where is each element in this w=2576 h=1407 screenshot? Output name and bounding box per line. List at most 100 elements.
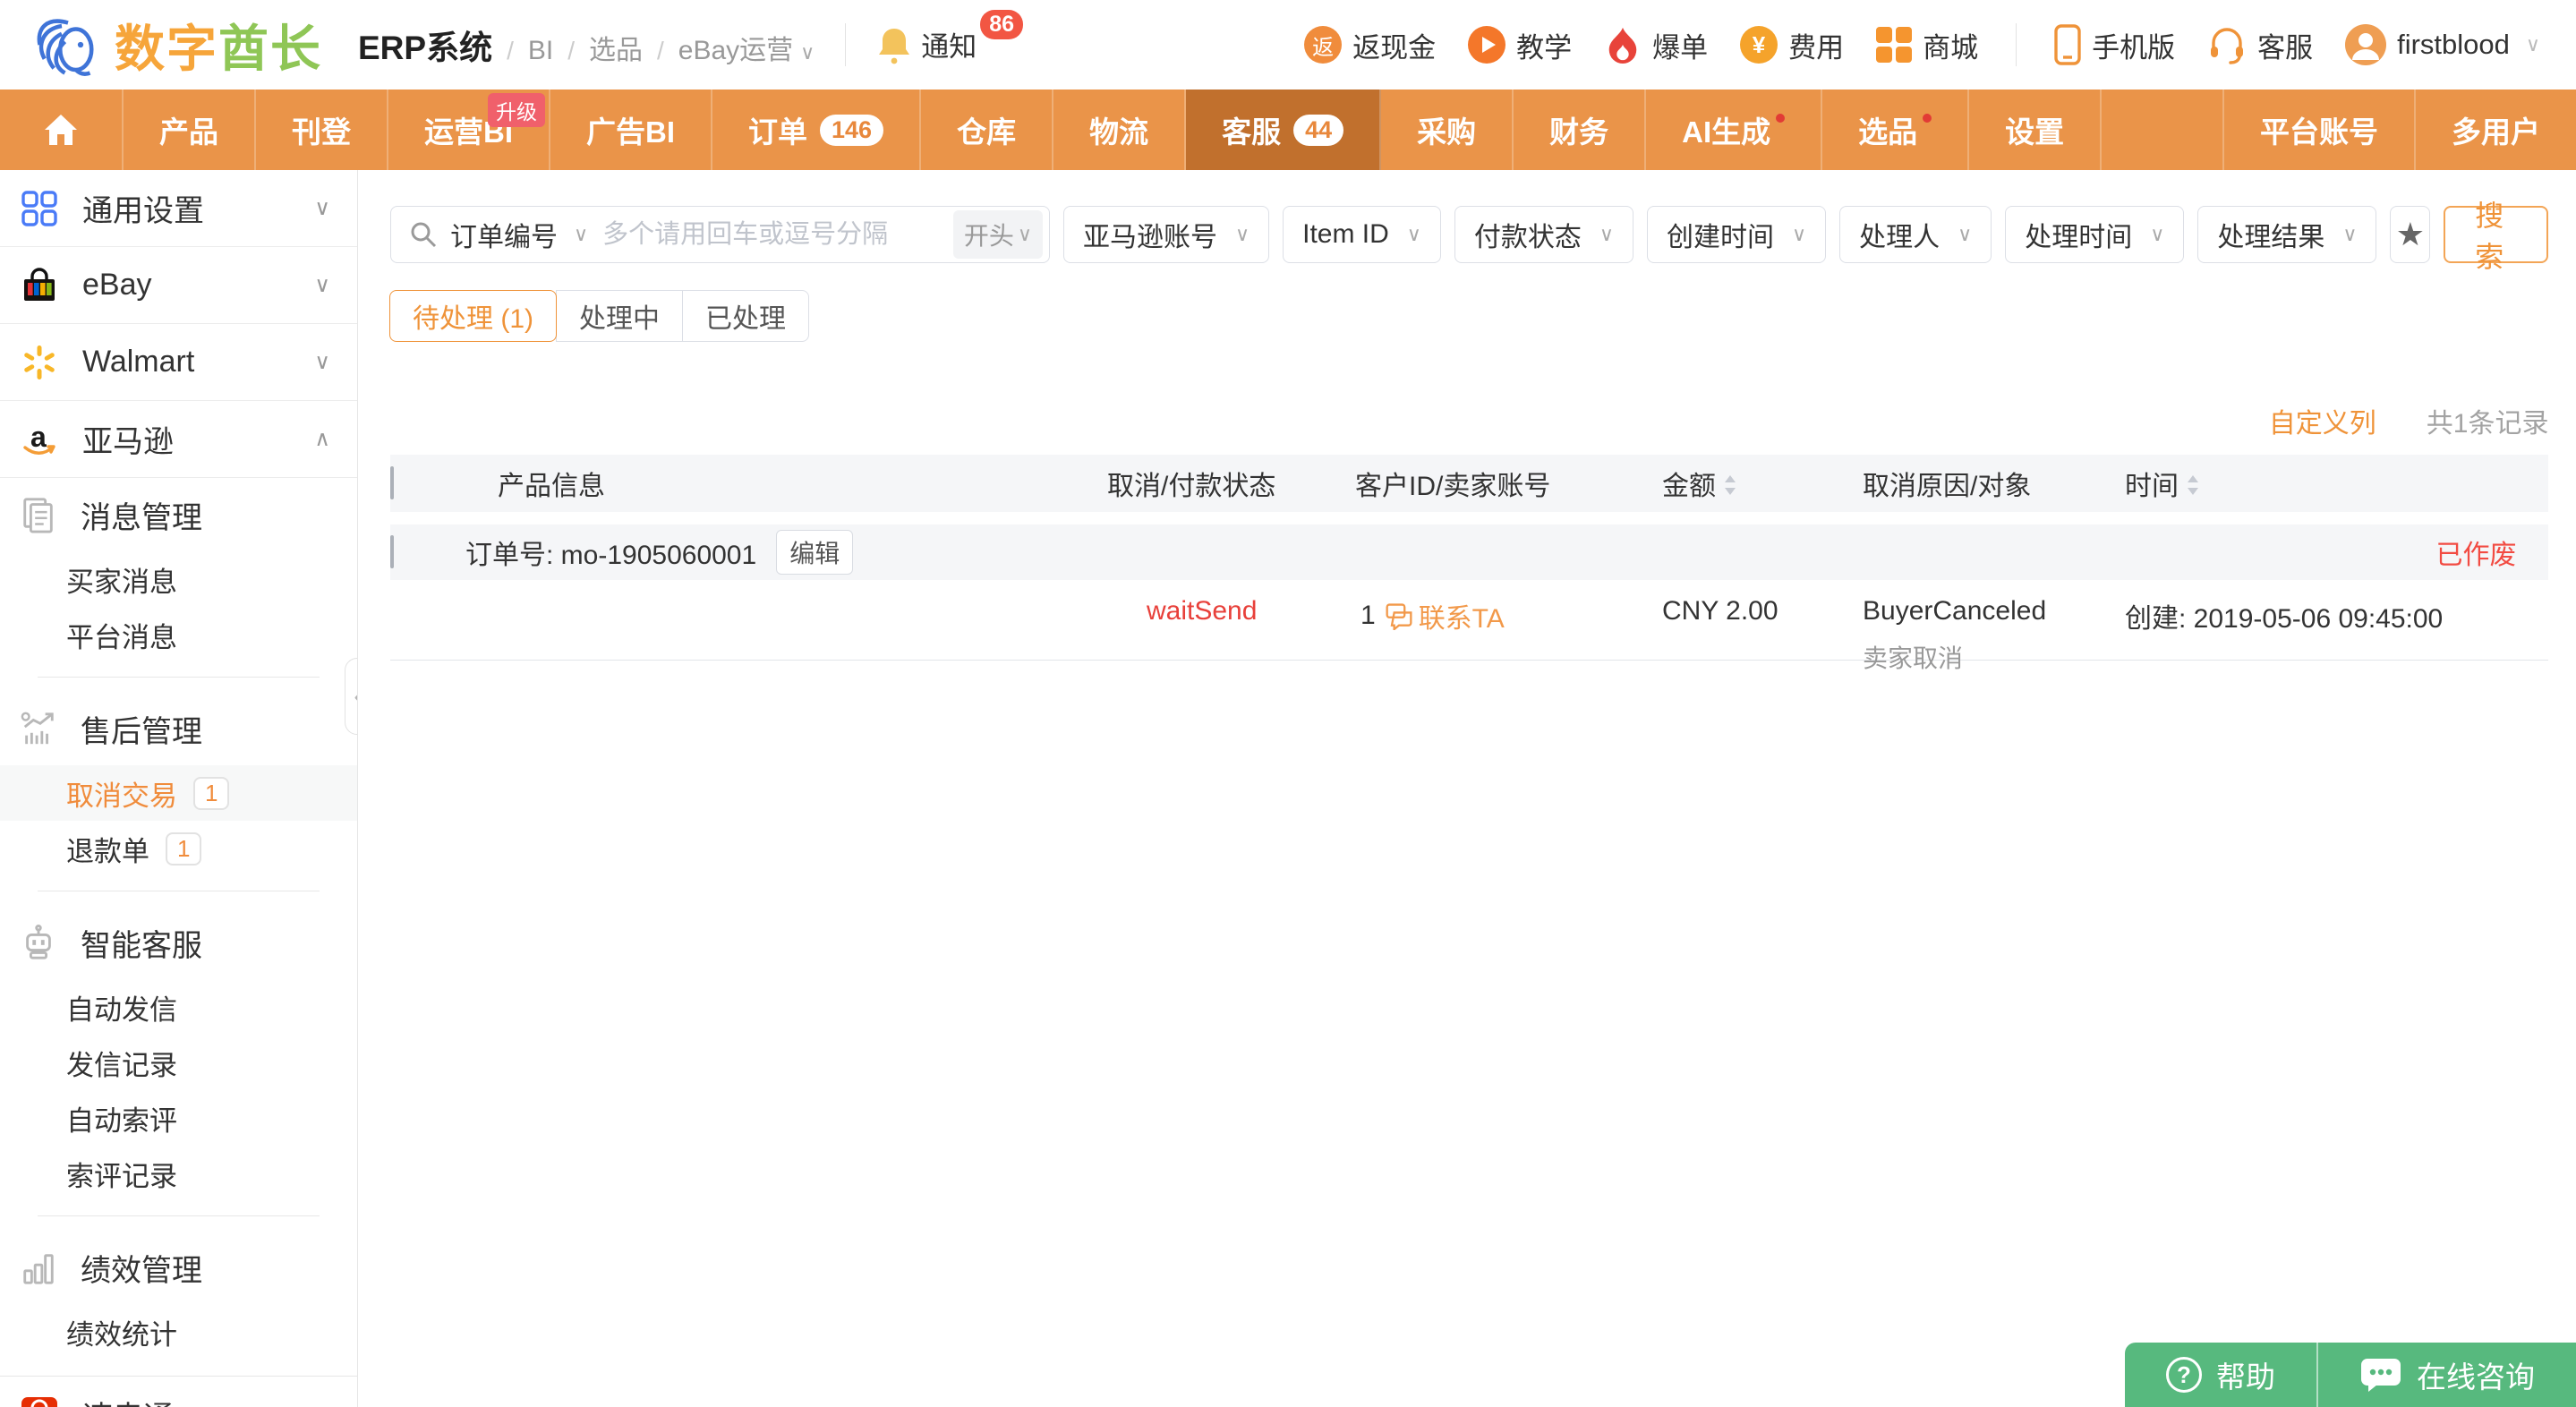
chevron-down-icon[interactable]: ∨ [800, 41, 815, 64]
nav-item-multi-user[interactable]: 多用户 [2414, 90, 2576, 170]
time-cell: 创建: 2019-05-06 09:45:00 [2125, 596, 2548, 635]
search-field-selector[interactable]: 订单编号 ∨ [450, 215, 588, 254]
divider [2016, 23, 2017, 66]
nav-item-ad-bi[interactable]: 广告BI [550, 90, 712, 170]
tab-pending[interactable]: 待处理 (1) [389, 290, 557, 342]
edit-button[interactable]: 编辑 [776, 530, 853, 575]
search-input[interactable] [602, 220, 953, 250]
order-detail-row: waitSend 1 联系TA CNY 2.00 BuyerCanceled 卖… [390, 580, 2548, 661]
chat-bubble-icon [1385, 601, 1413, 630]
sidebar-collapse-handle[interactable]: ‹ [345, 658, 358, 735]
column-header-product-info: 产品信息 [458, 464, 1107, 503]
fees-link[interactable]: ¥ 费用 [1740, 25, 1844, 65]
username: firstblood [2397, 29, 2510, 61]
filter-handle-result[interactable]: 处理结果∨ [2197, 206, 2376, 263]
tutorial-link[interactable]: 教学 [1468, 25, 1572, 65]
match-mode-selector[interactable]: 开头 ∨ [953, 210, 1043, 259]
sidebar-item-auto-review-request[interactable]: 自动索评 [0, 1090, 357, 1146]
nav-item-purchasing[interactable]: 采购 [1381, 90, 1514, 170]
column-header-customer-seller: 客户ID/卖家账号 [1355, 464, 1662, 503]
nav-item-warehouse[interactable]: 仓库 [921, 90, 1053, 170]
nav-item-operation-bi[interactable]: 运营BI 升级 [388, 90, 550, 170]
sidebar-item-auto-send-message[interactable]: 自动发信 [0, 979, 357, 1035]
notice-count-badge: 86 [980, 10, 1023, 39]
nav-item-home[interactable] [0, 90, 124, 170]
support-link[interactable]: 客服 [2207, 25, 2313, 65]
sidebar-item-review-request-records[interactable]: 索评记录 [0, 1146, 357, 1201]
sidebar-item-buyer-messages[interactable]: 买家消息 [0, 551, 357, 607]
nav-item-finance[interactable]: 财务 [1514, 90, 1646, 170]
sidebar-section-general-settings[interactable]: 通用设置 ∨ [0, 170, 357, 247]
nav-item-products[interactable]: 产品 [124, 90, 256, 170]
mobile-version-link[interactable]: 手机版 [2054, 24, 2175, 65]
filter-create-time[interactable]: 创建时间∨ [1647, 206, 1826, 263]
tab-processed[interactable]: 已处理 [682, 290, 809, 342]
orders-count-badge: 146 [820, 115, 883, 146]
breadcrumb-app: ERP系统 [358, 21, 492, 69]
quantity: 1 [1361, 601, 1376, 631]
sidebar-section-walmart[interactable]: Walmart ∨ [0, 324, 357, 401]
filter-item-id[interactable]: Item ID∨ [1283, 206, 1441, 263]
nav-item-customer-service[interactable]: 客服 44 [1186, 90, 1381, 170]
yen-icon: ¥ [1740, 26, 1778, 64]
divider [38, 1215, 320, 1216]
sidebar-item-refund-orders[interactable]: 退款单 1 [0, 821, 357, 876]
topbar-right: 返 返现金 教学 爆单 ¥ 费用 [1304, 23, 2540, 66]
nav-item-logistics[interactable]: 物流 [1053, 90, 1186, 170]
filter-handler[interactable]: 处理人∨ [1839, 206, 1992, 263]
nav-item-platform-accounts[interactable]: 平台账号 [2222, 90, 2414, 170]
breadcrumb-item-bi[interactable]: BI [492, 36, 553, 66]
nav-item-settings[interactable]: 设置 [1969, 90, 2102, 170]
sidebar-section-aliexpress[interactable]: 速卖通 ∨ [0, 1376, 357, 1407]
new-dot-icon [1776, 114, 1785, 123]
sidebar-section-amazon[interactable]: a 亚马逊 ∧ [0, 401, 357, 478]
walmart-icon [20, 343, 59, 382]
favorite-filter-button[interactable]: ★ [2390, 206, 2430, 263]
column-header-cancel-payment-status: 取消/付款状态 [1107, 464, 1355, 503]
logo-text: 数字酋长 [115, 9, 322, 81]
chevron-down-icon: ∨ [1407, 223, 1421, 246]
online-chat-button[interactable]: 在线咨询 [2316, 1343, 2576, 1407]
upgrade-badge: 升级 [488, 93, 545, 127]
nav-item-product-selection[interactable]: 选品 [1822, 90, 1969, 170]
hot-sale-link[interactable]: 爆单 [1604, 25, 1708, 65]
notification-bell[interactable]: 通知 86 [876, 24, 1028, 65]
tab-processing[interactable]: 处理中 [556, 290, 683, 342]
chevron-down-icon: ∨ [1958, 223, 1972, 246]
select-all-checkbox[interactable] [390, 466, 394, 499]
breadcrumb-item-ebay-ops[interactable]: eBay运营 [643, 28, 793, 67]
sidebar-item-platform-messages[interactable]: 平台消息 [0, 607, 357, 662]
chevron-down-icon: ∨ [314, 1402, 330, 1407]
refund-orders-count-badge: 1 [166, 832, 201, 866]
mall-link[interactable]: 商城 [1876, 25, 1978, 65]
customize-columns-link[interactable]: 自定义列 [2269, 401, 2376, 440]
nav-item-ai-generate[interactable]: AI生成 [1646, 90, 1822, 170]
main-nav: 产品 刊登 运营BI 升级 广告BI 订单 146 仓库 物流 客服 44 采购… [0, 90, 2576, 170]
sidebar-item-performance-stats[interactable]: 绩效统计 [0, 1304, 357, 1360]
sidebar-item-send-records[interactable]: 发信记录 [0, 1035, 357, 1090]
column-header-amount[interactable]: 金额 [1662, 464, 1863, 503]
column-header-time[interactable]: 时间 [2125, 464, 2548, 503]
filter-payment-status[interactable]: 付款状态∨ [1454, 206, 1633, 263]
nav-item-listing[interactable]: 刊登 [256, 90, 388, 170]
cashback-link[interactable]: 返 返现金 [1304, 25, 1436, 65]
order-status-voided: 已作废 [2435, 533, 2548, 572]
search-button[interactable]: 搜索 [2444, 206, 2548, 263]
logo: 数字酋长 [30, 7, 322, 82]
nav-item-orders[interactable]: 订单 146 [712, 90, 921, 170]
user-menu[interactable]: firstblood ∨ [2345, 24, 2540, 65]
sidebar-section-ebay[interactable]: eBay ∨ [0, 247, 357, 324]
headset-icon [2207, 25, 2247, 64]
sidebar-item-cancel-transactions[interactable]: 取消交易 1 [0, 765, 357, 821]
filter-handle-time[interactable]: 处理时间∨ [2005, 206, 2184, 263]
filter-amazon-account[interactable]: 亚马逊账号∨ [1063, 206, 1269, 263]
breadcrumb-item-selection[interactable]: 选品 [553, 28, 643, 67]
chevron-down-icon: ∨ [1792, 223, 1806, 246]
svg-text:¥: ¥ [1753, 31, 1766, 58]
contact-buyer-link[interactable]: 联系TA [1385, 596, 1505, 635]
help-button[interactable]: ? 帮助 [2125, 1343, 2316, 1407]
customer-service-count-badge: 44 [1293, 115, 1343, 146]
nav-spacer [2102, 90, 2222, 170]
bar-chart-icon [20, 1249, 57, 1286]
row-checkbox[interactable] [390, 535, 394, 568]
